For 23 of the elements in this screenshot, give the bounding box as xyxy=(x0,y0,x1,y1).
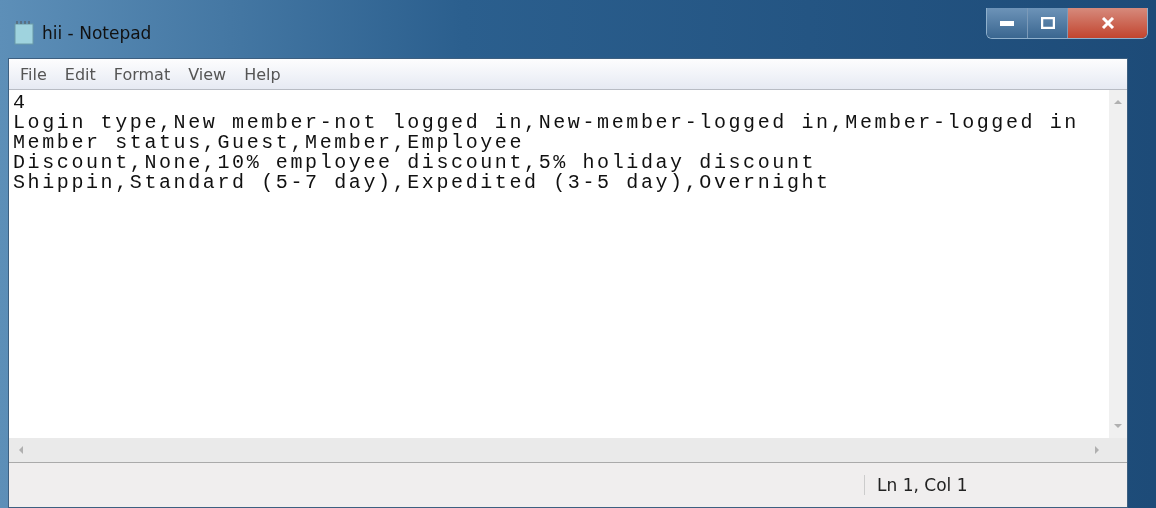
close-icon xyxy=(1100,17,1115,29)
text-line: Login type,New member-not logged in,New-member-logged in,Member-logged in xyxy=(13,113,1080,133)
scroll-left-icon[interactable] xyxy=(17,446,25,454)
minimize-icon xyxy=(1000,20,1014,26)
text-line: Shippin,Standard (5-7 day),Expedited (3-5 day),Overnight xyxy=(13,173,832,193)
notepad-icon xyxy=(14,21,34,45)
maximize-icon xyxy=(1040,17,1055,29)
menu-item[interactable]: Help xyxy=(237,64,288,84)
maximize-button[interactable] xyxy=(1027,8,1067,38)
menu-item[interactable]: View xyxy=(181,64,234,84)
minimize-button[interactable] xyxy=(987,8,1027,38)
cursor-position: Ln 1, Col 1 xyxy=(864,475,1127,495)
menu-item[interactable]: File xyxy=(13,64,54,84)
scroll-right-icon[interactable] xyxy=(1093,446,1101,454)
menu-item[interactable]: Format xyxy=(106,64,178,84)
text-line: 4 xyxy=(13,93,28,113)
scroll-up-icon[interactable] xyxy=(1114,98,1122,106)
window-title: hii - Notepad xyxy=(42,23,153,43)
text-line: Discount,None,10% employee discount,5% holiday discount xyxy=(13,153,817,173)
menu-item[interactable]: Edit xyxy=(57,64,103,84)
close-button[interactable] xyxy=(1067,8,1147,38)
scroll-down-icon[interactable] xyxy=(1114,422,1122,430)
text-line: Member status,Guest,Member,Employee xyxy=(13,133,525,153)
